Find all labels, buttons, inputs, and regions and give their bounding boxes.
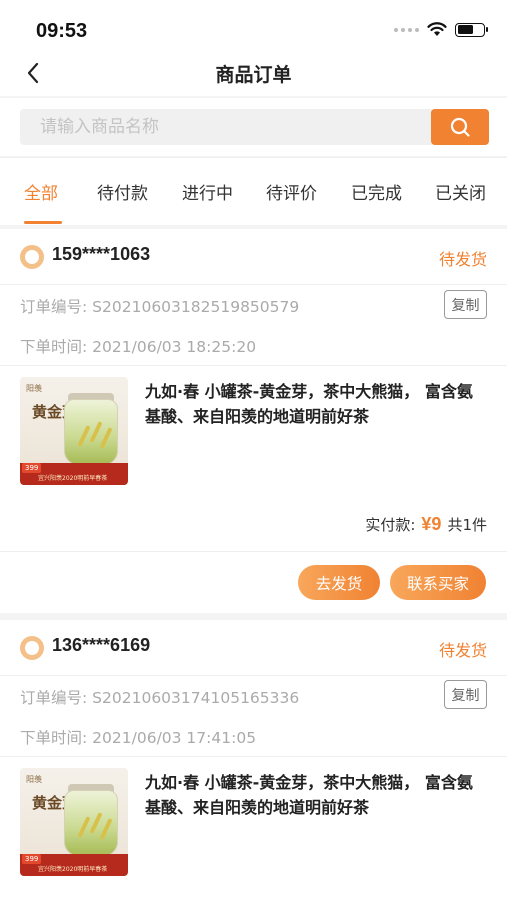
ship-button[interactable]: 去发货 bbox=[298, 565, 380, 600]
active-tab-indicator bbox=[24, 221, 62, 224]
signal-icon bbox=[394, 27, 419, 32]
contact-buyer-button[interactable]: 联系买家 bbox=[390, 565, 486, 600]
tab-all[interactable]: 全部 bbox=[24, 179, 58, 204]
thumb-price: 399 bbox=[22, 463, 42, 473]
battery-icon bbox=[455, 22, 488, 37]
order-number-value: S20210603174105165336 bbox=[92, 689, 300, 707]
order-time-label: 下单时间: bbox=[20, 729, 88, 747]
product-name[interactable]: 九如·春 小罐茶-黄金芽，茶中大熊猫， 富含氨基酸、来自阳羡的地道明前好茶 bbox=[145, 770, 485, 820]
divider bbox=[0, 551, 507, 552]
copy-button[interactable]: 复制 bbox=[444, 290, 487, 319]
thumb-price: 399 bbox=[22, 854, 42, 864]
search-icon bbox=[450, 117, 470, 137]
tab-in-progress[interactable]: 进行中 bbox=[182, 179, 233, 204]
buyer-phone: 136****6169 bbox=[52, 635, 151, 655]
thumb-brand: 阳羡 bbox=[26, 775, 42, 784]
paid-label: 实付款: bbox=[365, 516, 416, 534]
order-status: 待发货 bbox=[438, 641, 487, 660]
order-tabs: 全部 待付款 进行中 待评价 已完成 已关闭 bbox=[0, 157, 507, 225]
search-button[interactable] bbox=[431, 109, 489, 145]
status-icons bbox=[394, 22, 488, 37]
status-time: 09:53 bbox=[36, 20, 88, 42]
payment-summary: 实付款: ¥9 共1件 bbox=[365, 514, 487, 535]
order-number-value: S20210603182519850579 bbox=[92, 298, 300, 316]
product-name[interactable]: 九如·春 小罐茶-黄金芽，茶中大熊猫， 富含氨基酸、来自阳羡的地道明前好茶 bbox=[145, 379, 485, 429]
order-number: 订单编号: S20210603174105165336 bbox=[20, 686, 299, 708]
buyer-phone: 159****1063 bbox=[52, 244, 151, 264]
product-thumbnail[interactable]: 阳羡 黄金芽 399 宜兴阳羡2020明前早春茶 bbox=[20, 768, 128, 876]
order-time-value: 2021/06/03 18:25:20 bbox=[92, 338, 257, 356]
paid-amount: ¥9 bbox=[421, 514, 442, 534]
avatar bbox=[20, 245, 44, 269]
divider bbox=[0, 365, 507, 366]
product-thumbnail[interactable]: 阳羡 黄金芽 399 宜兴阳羡2020明前早春茶 bbox=[20, 377, 128, 485]
tab-closed[interactable]: 已关闭 bbox=[435, 179, 486, 204]
order-status: 待发货 bbox=[438, 250, 487, 269]
order-time-label: 下单时间: bbox=[20, 338, 88, 356]
order-number: 订单编号: S20210603182519850579 bbox=[20, 295, 299, 317]
order-number-label: 订单编号: bbox=[20, 689, 88, 707]
order-card: 136****6169 待发货 订单编号: S20210603174105165… bbox=[0, 620, 507, 900]
tab-pending-review[interactable]: 待评价 bbox=[266, 179, 317, 204]
order-time-value: 2021/06/03 17:41:05 bbox=[92, 729, 257, 747]
thumb-footer: 宜兴阳羡2020明前早春茶 bbox=[38, 475, 108, 482]
order-header: 136****6169 待发货 bbox=[0, 620, 507, 676]
tab-completed[interactable]: 已完成 bbox=[351, 179, 402, 204]
wifi-icon bbox=[427, 22, 447, 36]
item-count: 共1件 bbox=[447, 516, 487, 534]
divider bbox=[0, 756, 507, 757]
avatar bbox=[20, 636, 44, 660]
copy-button[interactable]: 复制 bbox=[444, 680, 487, 709]
tab-pending-payment[interactable]: 待付款 bbox=[97, 179, 148, 204]
order-time: 下单时间: 2021/06/03 18:25:20 bbox=[20, 335, 256, 357]
search-bar bbox=[0, 98, 507, 156]
navbar: 商品订单 bbox=[0, 50, 507, 96]
order-header: 159****1063 待发货 bbox=[0, 229, 507, 285]
page-title: 商品订单 bbox=[215, 64, 292, 86]
search-input[interactable] bbox=[20, 109, 432, 145]
thumb-footer: 宜兴阳羡2020明前早春茶 bbox=[38, 866, 108, 873]
status-bar: 09:53 bbox=[0, 0, 507, 50]
order-card: 159****1063 待发货 订单编号: S20210603182519850… bbox=[0, 229, 507, 613]
order-time: 下单时间: 2021/06/03 17:41:05 bbox=[20, 726, 256, 748]
order-number-label: 订单编号: bbox=[20, 298, 88, 316]
thumb-brand: 阳羡 bbox=[26, 384, 42, 393]
